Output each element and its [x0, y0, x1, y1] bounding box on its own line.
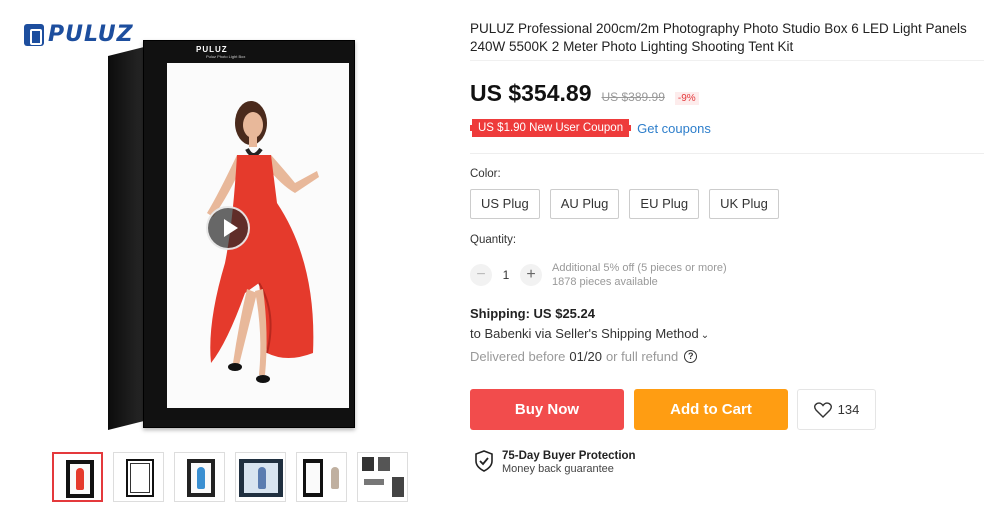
thumbnail-2[interactable]: [113, 452, 164, 502]
help-icon[interactable]: ?: [684, 350, 698, 363]
discount-badge: -9%: [674, 92, 699, 105]
color-label: Color:: [470, 168, 501, 180]
shipping-method-selector[interactable]: to Babenki via Seller's Shipping Method ⌄: [470, 326, 709, 341]
brand-mark-icon: [24, 23, 44, 46]
quantity-decrease-button[interactable]: −: [470, 264, 492, 286]
protection-title: 75-Day Buyer Protection: [502, 450, 636, 462]
thumbnail-6[interactable]: [357, 452, 408, 502]
new-user-coupon[interactable]: US $1.90 New User Coupon: [470, 119, 632, 137]
quantity-stepper: − 1 + Additional 5% off (5 pieces or mor…: [470, 261, 727, 289]
thumbnail-strip: [52, 452, 408, 502]
color-options: US Plug AU Plug EU Plug UK Plug: [470, 189, 779, 219]
quantity-increase-button[interactable]: +: [520, 264, 542, 286]
current-price: US $354.89: [470, 80, 592, 106]
coupon-row: US $1.90 New User Coupon Get coupons: [470, 119, 711, 137]
get-coupons-link[interactable]: Get coupons: [637, 121, 711, 136]
thumbnail-4[interactable]: [235, 452, 286, 502]
light-box-side: [108, 46, 148, 430]
quantity-label: Quantity:: [470, 234, 517, 246]
delivery-estimate: Delivered before 01/20 or full refund ?: [470, 349, 698, 364]
color-option-eu-plug[interactable]: EU Plug: [629, 189, 700, 219]
price-row: US $354.89 US $389.99 -9%: [470, 80, 699, 107]
quantity-value[interactable]: 1: [492, 268, 520, 282]
protection-subtitle: Money back guarantee: [502, 463, 614, 475]
heart-icon: [813, 401, 832, 418]
bulk-discount-note: Additional 5% off (5 pieces or more): [552, 262, 727, 274]
wishlist-button[interactable]: 134: [797, 389, 876, 430]
thumbnail-3[interactable]: [174, 452, 225, 502]
color-option-uk-plug[interactable]: UK Plug: [709, 189, 779, 219]
delivered-suffix: or full refund: [605, 349, 679, 364]
thumbnail-1[interactable]: [52, 452, 103, 502]
chevron-down-icon: ⌄: [700, 330, 710, 341]
shipping-method-text: to Babenki via Seller's Shipping Method: [470, 326, 699, 341]
original-price: US $389.99: [601, 90, 665, 104]
color-option-au-plug[interactable]: AU Plug: [549, 189, 620, 219]
light-panel: [167, 63, 349, 408]
divider: [470, 153, 984, 154]
product-title: PULUZ Professional 200cm/2m Photography …: [470, 21, 967, 54]
light-box-sublogo: Puluz Photo Light Box: [206, 54, 246, 59]
model-figure: [207, 101, 319, 383]
thumbnail-5[interactable]: [296, 452, 347, 502]
play-video-button[interactable]: [206, 206, 250, 250]
delivery-date: 01/20: [569, 349, 602, 364]
quantity-note: Additional 5% off (5 pieces or more) 187…: [552, 261, 727, 289]
shield-check-icon: [475, 450, 493, 472]
shipping-cost: Shipping: US $25.24: [470, 306, 595, 321]
buy-now-button[interactable]: Buy Now: [470, 389, 624, 430]
color-option-us-plug[interactable]: US Plug: [470, 189, 540, 219]
delivered-prefix: Delivered before: [470, 349, 566, 364]
light-box-logo: PULUZ: [196, 45, 228, 54]
add-to-cart-button[interactable]: Add to Cart: [634, 389, 788, 430]
wishlist-count: 134: [837, 402, 860, 417]
divider: [470, 60, 984, 61]
main-product-image[interactable]: PULUZ Puluz Photo Light Box: [108, 38, 355, 430]
buyer-protection: 75-Day Buyer Protection Money back guara…: [474, 450, 636, 475]
stock-available: 1878 pieces available: [552, 276, 658, 288]
